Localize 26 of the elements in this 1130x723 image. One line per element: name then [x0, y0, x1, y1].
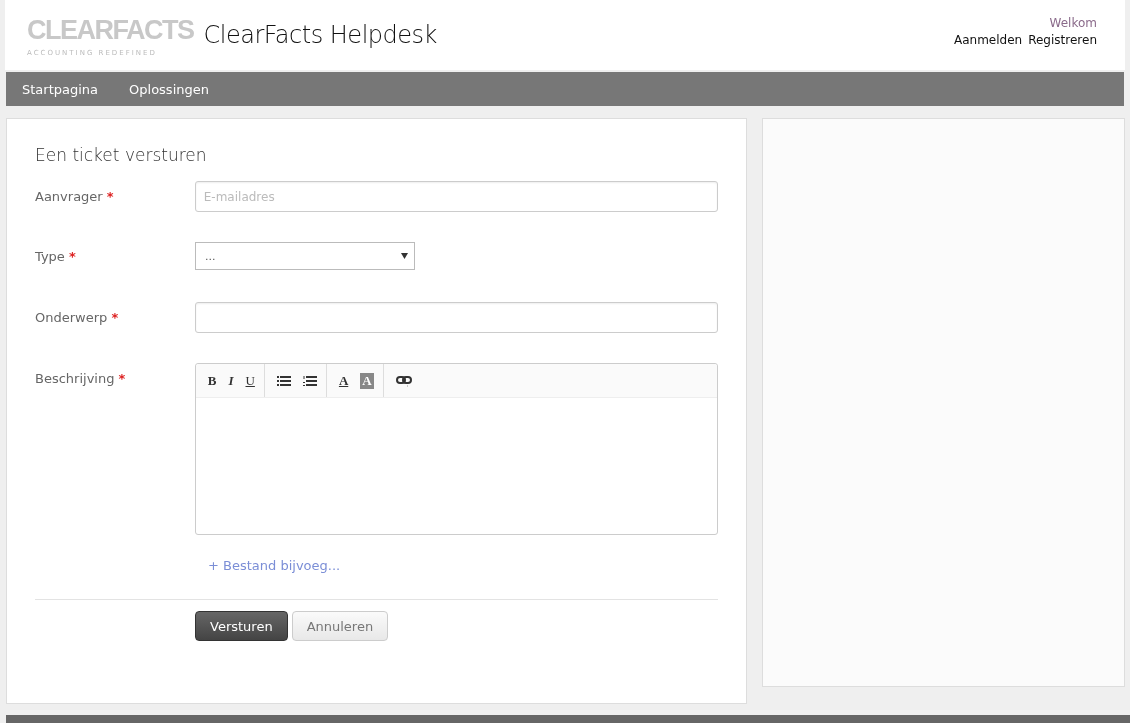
- email-field[interactable]: E-mailadres: [194, 181, 718, 212]
- cancel-button[interactable]: Annuleren: [291, 611, 389, 641]
- subject-field[interactable]: [194, 302, 718, 333]
- welcome-text: Welkom: [1049, 15, 1097, 30]
- nav-link[interactable]: Startpagina: [22, 81, 99, 97]
- field-label: Type *: [35, 248, 77, 264]
- field-label: Beschrijving *: [35, 370, 127, 386]
- header-link[interactable]: Aanmelden: [954, 32, 1023, 47]
- header-link[interactable]: Registreren: [1028, 32, 1097, 47]
- bold-button[interactable]: B: [207, 372, 217, 389]
- submit-button[interactable]: Versturen: [195, 611, 288, 641]
- field-label: Onderwerp *: [35, 309, 120, 325]
- numbered-list-icon[interactable]: [302, 375, 317, 386]
- text-color-button[interactable]: A: [338, 372, 349, 389]
- bulleted-list-icon[interactable]: [276, 375, 291, 386]
- nav-link[interactable]: Oplossingen: [129, 81, 209, 97]
- underline-button[interactable]: U: [245, 372, 255, 389]
- dropdown-caret-icon: [401, 253, 408, 259]
- italic-button[interactable]: I: [228, 372, 234, 389]
- highlight-button[interactable]: A: [360, 372, 374, 389]
- link-icon[interactable]: [395, 374, 412, 387]
- field-label: Aanvrager *: [35, 188, 115, 204]
- description-editor[interactable]: B I U A A: [194, 363, 718, 535]
- site-title: ClearFacts Helpdesk: [203, 21, 438, 49]
- type-dropdown[interactable]: ...: [195, 242, 415, 270]
- form-title: Een ticket versturen: [35, 145, 208, 165]
